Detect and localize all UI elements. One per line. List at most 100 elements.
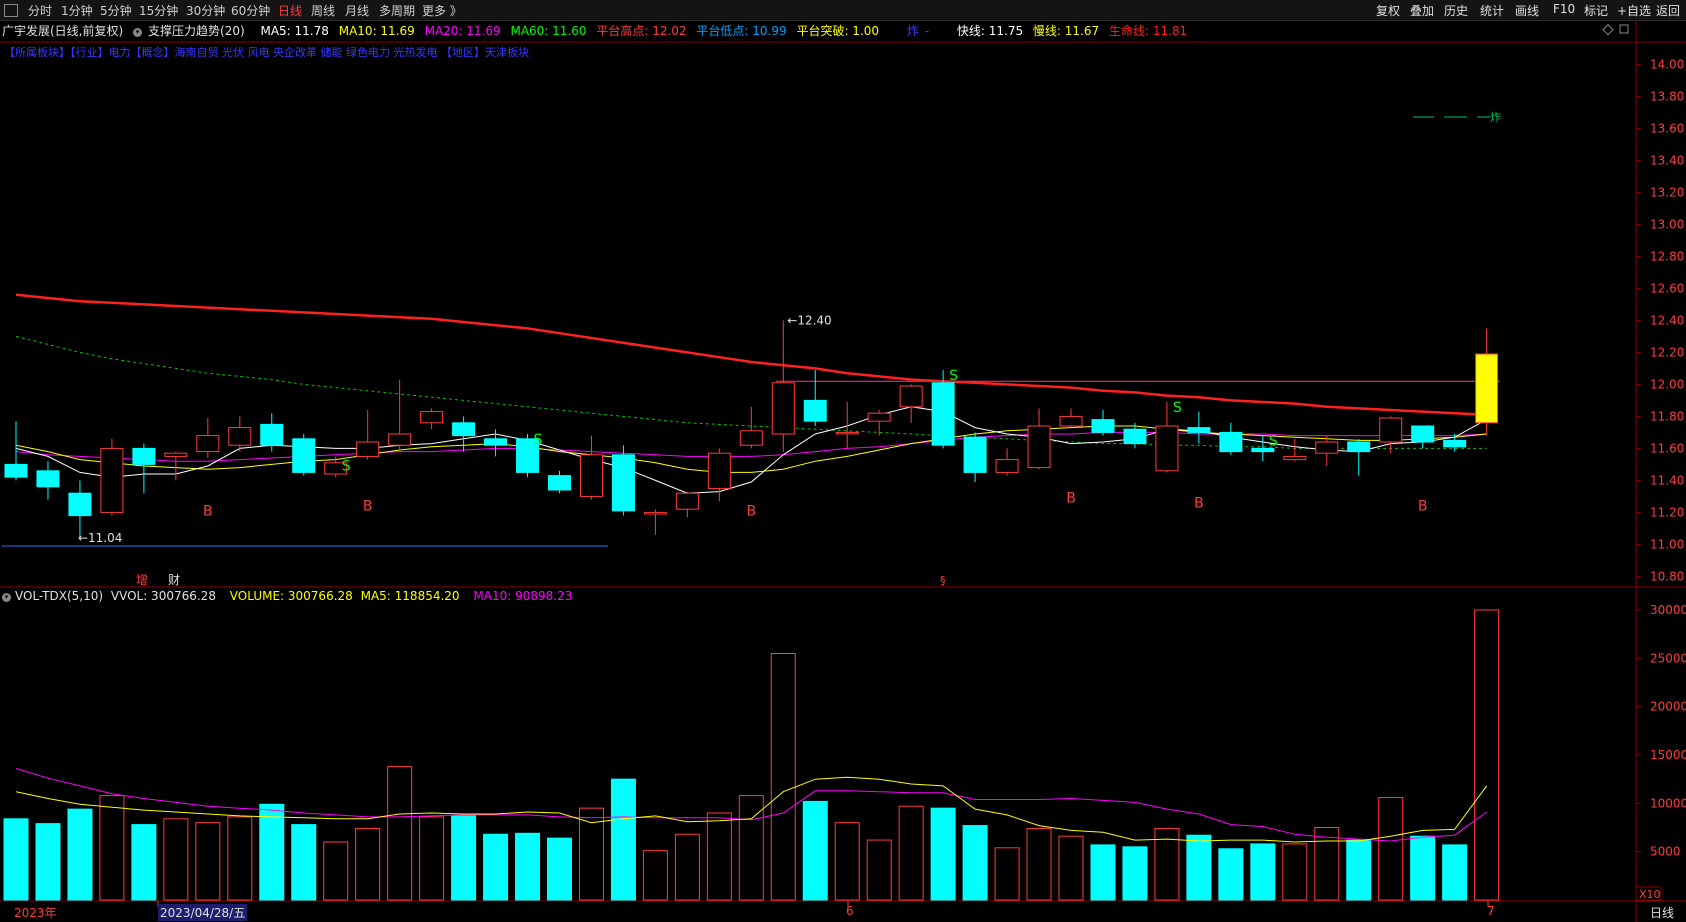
- price-axis-label: 11.80: [1650, 409, 1684, 423]
- price-axis-label: 13.00: [1650, 217, 1684, 231]
- candle-body: [1155, 425, 1179, 472]
- high-annotation: ←12.40: [787, 313, 831, 327]
- volume-bar: [387, 766, 413, 901]
- dropdown-icon[interactable]: ▾: [133, 28, 143, 37]
- candle-body: [1379, 417, 1403, 443]
- vvol-value: VVOL: 300766.28: [110, 589, 216, 603]
- volume-bar: [1282, 843, 1308, 901]
- price-axis-label: 12.20: [1650, 345, 1684, 359]
- volume-bar: [610, 778, 636, 901]
- volume-bar: [546, 837, 572, 901]
- candle-body: [771, 382, 795, 435]
- stock-title: 广宇发展(日线,前复权): [2, 24, 124, 38]
- candle-body: [36, 470, 60, 488]
- volume-bar: [3, 818, 29, 901]
- candle-body: [356, 441, 380, 457]
- sector-tags[interactable]: 【所属板块】【行业】电力【概念】海南自贸 光伏 风电 央企改革 储能 绿色电力 …: [4, 44, 529, 60]
- volume-bar: [195, 822, 221, 901]
- volume-bar: [930, 807, 956, 901]
- candle-body: [995, 459, 1019, 473]
- volume-bar: [1250, 843, 1276, 901]
- candle-body: [547, 475, 571, 491]
- candle-body: [420, 411, 444, 424]
- volume-bar: [834, 822, 860, 901]
- candle-body: [292, 438, 316, 473]
- candle-body: [675, 492, 699, 510]
- price-axis-label: 12.80: [1650, 249, 1684, 263]
- candle-body: [1443, 439, 1467, 448]
- candle-body: [1475, 353, 1499, 424]
- indicator-info-line: 广宇发展(日线,前复权) ▾ 支撑压力趋势(20) MA5: 11.78 MA10…: [2, 22, 1193, 40]
- volume-bar: [99, 795, 125, 901]
- volume-bar: [291, 824, 317, 901]
- candle-body: [132, 447, 156, 465]
- candle-body: [611, 454, 635, 512]
- candle-body: [1027, 425, 1051, 469]
- volume-bar: [994, 847, 1020, 901]
- period-label: 日线: [1650, 906, 1675, 920]
- volume-bar: [35, 823, 61, 901]
- volume-bar: [131, 824, 157, 901]
- diamond-icon: [1602, 24, 1614, 36]
- volume-bar: [898, 805, 924, 901]
- volume-bar: [515, 832, 541, 901]
- volume-bar: [1090, 844, 1116, 901]
- ma10-value: MA10: 11.69: [338, 24, 415, 38]
- volume-bar: [1122, 846, 1148, 901]
- volume-dropdown-icon[interactable]: ▾: [2, 593, 11, 602]
- indicator-name[interactable]: ▾ 支撑压力趋势(20): [133, 24, 251, 38]
- volume-bar: [259, 803, 285, 901]
- volume-bar: [1410, 835, 1436, 901]
- price-axis-label: 14.00: [1650, 57, 1684, 71]
- price-axis-label: 12.60: [1650, 281, 1684, 295]
- price-axis-label: 12.40: [1650, 313, 1684, 327]
- candle-body: [739, 430, 763, 446]
- kline-chart[interactable]: 14.00 13.80 13.60 13.40 13.20 13.00 12.80 12.60…: [0, 0, 1686, 922]
- candle-body: [68, 492, 92, 517]
- price-axis-label: 13.80: [1650, 89, 1684, 103]
- volume-bar: [962, 825, 988, 901]
- b-signal-mark: B: [363, 498, 373, 514]
- volume-indicator-name[interactable]: VOL-TDX(5,10): [15, 589, 103, 603]
- volume-bar: [642, 850, 668, 901]
- b-signal-mark: B: [203, 503, 213, 519]
- candle-body: [196, 435, 220, 453]
- volume-bar: [227, 816, 253, 901]
- candle-body: [164, 452, 188, 457]
- candle-body: [931, 382, 955, 446]
- volume-bar: [1026, 827, 1052, 901]
- fast-line-value: 快线: 11.75: [956, 24, 1024, 38]
- volume-bar: [451, 815, 477, 901]
- life-line-value: 生命线: 11.81: [1108, 24, 1188, 38]
- volume-bar: [1378, 797, 1404, 901]
- price-axis-label: 13.60: [1650, 121, 1684, 135]
- volume-bar: [1186, 834, 1212, 901]
- platform-break-value: 平台突破: 1.00: [796, 24, 880, 38]
- candle-body: [1283, 455, 1307, 461]
- volume-bar: [802, 800, 828, 901]
- candle-body: [1059, 415, 1083, 427]
- volume-bar: [1218, 848, 1244, 901]
- life-line: [15, 293, 1487, 417]
- candle-body: [1411, 425, 1435, 443]
- month-7-label: 7: [1487, 904, 1495, 918]
- candle-body: [963, 436, 987, 473]
- volume-bar: [355, 827, 381, 901]
- indicator-label: 支撑压力趋势(20): [148, 24, 245, 38]
- volume-bar: [706, 812, 732, 901]
- year-label: 2023年: [14, 906, 57, 920]
- b-signal-mark: B: [1418, 498, 1428, 514]
- candle-body: [100, 447, 124, 513]
- volume-bar: [866, 839, 892, 901]
- volume-bar: [1314, 827, 1340, 901]
- candle-body: [260, 423, 284, 446]
- volume-bar: [323, 841, 349, 901]
- volume-bar: [1058, 835, 1084, 901]
- s-signal-mark: S: [342, 458, 351, 474]
- low-annotation: ←11.04: [78, 531, 122, 545]
- zeng-marker: 增: [136, 573, 148, 587]
- ma60-value: MA60: 11.60: [510, 24, 587, 38]
- volume-axis-label: 15000: [1650, 748, 1686, 762]
- candle-body: [899, 385, 923, 408]
- price-axis-label: 11.40: [1650, 473, 1684, 487]
